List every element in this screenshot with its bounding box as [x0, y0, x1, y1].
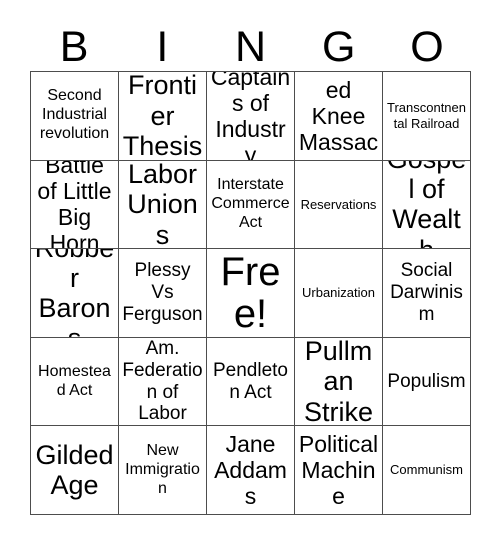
bingo-cell-label: Frontier Thesis — [122, 72, 203, 161]
bingo-card: B I N G O Second Industrial revolution F… — [0, 0, 500, 544]
header-letter-text: O — [410, 23, 444, 71]
bingo-cell-label: Populism — [387, 370, 466, 392]
bingo-cell-free-space[interactable]: Free! — [207, 249, 295, 338]
bingo-header-letter-n: N — [206, 14, 294, 71]
bingo-cell[interactable]: Homestead Act — [31, 337, 119, 427]
bingo-cell-label: Social Darwinism — [390, 260, 463, 325]
bingo-cell[interactable]: Interstate Commerce Act — [207, 160, 295, 250]
bingo-cell-label: Jane Addams — [214, 431, 287, 510]
bingo-cell-label: Captains of Industry — [210, 72, 291, 161]
bingo-cell[interactable]: Communism — [383, 426, 471, 515]
bingo-header-row: B I N G O — [30, 14, 471, 71]
bingo-cell[interactable]: Wounded Knee Massacre — [295, 72, 383, 161]
bingo-cell-label: Second Industrial revolution — [39, 87, 110, 143]
bingo-cell-label: New Immigration — [125, 441, 200, 497]
bingo-cell-label: Gilded Age — [35, 439, 114, 501]
bingo-cell[interactable]: Second Industrial revolution — [31, 72, 119, 161]
bingo-cell-label: Reservations — [300, 196, 377, 212]
bingo-cell-label: Robber Barons — [35, 249, 115, 337]
bingo-cell[interactable]: Labor Unions — [119, 160, 207, 250]
bingo-cell[interactable]: Pullman Strike — [295, 337, 383, 427]
bingo-cell[interactable]: Transcontnental Railroad — [383, 72, 471, 161]
bingo-cell-label: Urbanization — [302, 285, 375, 301]
bingo-cell[interactable]: Gospel of Wealth — [383, 160, 471, 250]
bingo-cell-label: Labor Unions — [127, 160, 198, 250]
bingo-cell[interactable]: Jane Addams — [207, 426, 295, 515]
bingo-cell[interactable]: Battle of Little Big Horn — [31, 160, 119, 250]
bingo-cell[interactable]: Populism — [383, 337, 471, 427]
bingo-cell[interactable]: Pendleton Act — [207, 337, 295, 427]
bingo-cell[interactable]: Gilded Age — [31, 426, 119, 515]
bingo-cell[interactable]: Robber Barons — [31, 249, 119, 338]
bingo-header-letter-i: I — [118, 14, 206, 71]
bingo-cell-label: Gospel of Wealth — [387, 161, 467, 249]
bingo-cell-label: Pendleton Act — [212, 359, 288, 403]
bingo-grid: Second Industrial revolution Frontier Th… — [30, 71, 471, 515]
bingo-header-letter-g: G — [295, 14, 383, 71]
bingo-cell[interactable]: Reservations — [295, 160, 383, 250]
bingo-cell-label: Plessy Vs Ferguson — [122, 260, 203, 325]
bingo-header-letter-o: O — [383, 14, 471, 71]
header-letter-text: G — [321, 23, 356, 71]
bingo-cell-label: Communism — [390, 462, 463, 478]
bingo-cell-label: Wounded Knee Massacre — [298, 72, 379, 160]
bingo-cell[interactable]: Social Darwinism — [383, 249, 471, 338]
header-letter-text: I — [156, 23, 169, 71]
bingo-cell-label: Interstate Commerce Act — [211, 176, 290, 231]
bingo-cell-label: Homestead Act — [38, 362, 111, 399]
header-letter-text: B — [59, 23, 89, 71]
bingo-cell-label: Transcontnental Railroad — [386, 100, 466, 131]
bingo-cell-label: Am. Federation of Labor — [122, 337, 203, 425]
bingo-cell[interactable]: Frontier Thesis — [119, 72, 207, 161]
bingo-cell[interactable]: Urbanization — [295, 249, 383, 338]
bingo-cell[interactable]: Am. Federation of Labor — [119, 337, 207, 427]
bingo-cell-label: Battle of Little Big Horn — [37, 160, 112, 250]
header-letter-text: N — [234, 23, 267, 71]
bingo-header-letter-b: B — [30, 14, 118, 71]
bingo-cell[interactable]: Captains of Industry — [207, 72, 295, 161]
bingo-cell-label: Pullman Strike — [303, 337, 374, 427]
bingo-cell[interactable]: New Immigration — [119, 426, 207, 515]
bingo-cell[interactable]: Political Machine — [295, 426, 383, 515]
bingo-cell-label: Political Machine — [298, 431, 379, 510]
bingo-cell[interactable]: Plessy Vs Ferguson — [119, 249, 207, 338]
bingo-cell-label: Free! — [220, 250, 281, 336]
